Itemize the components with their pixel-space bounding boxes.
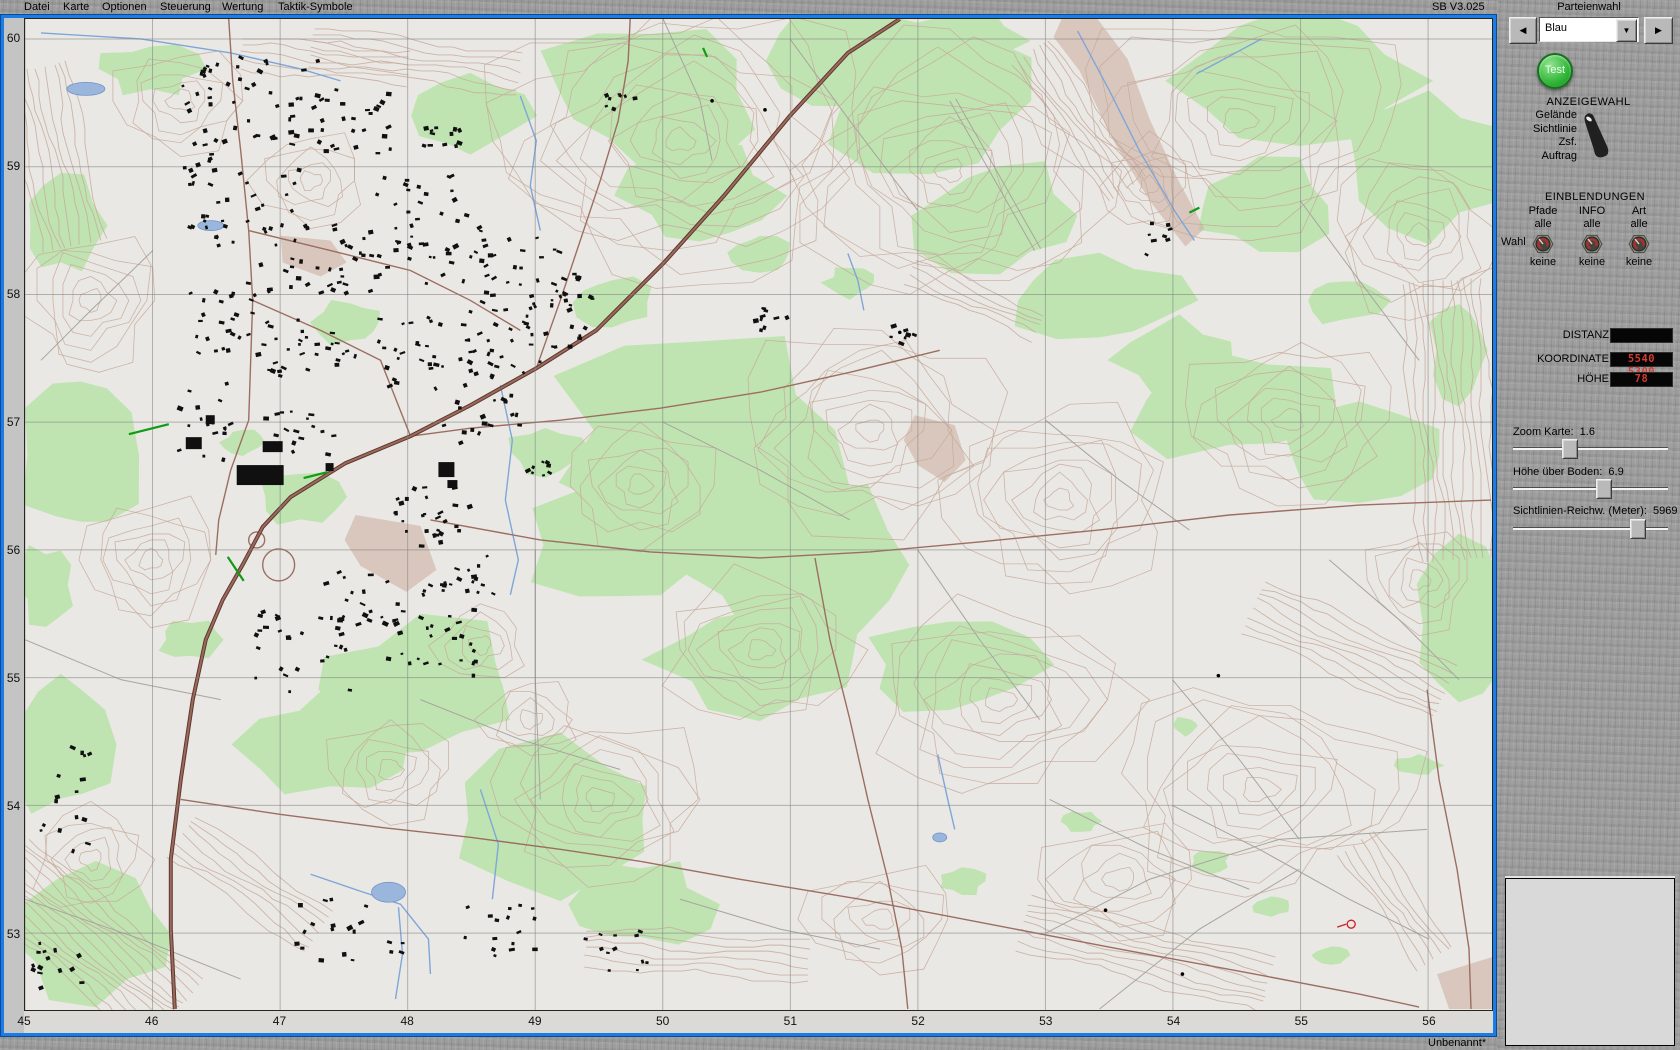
- distance-label: DISTANZ: [1563, 329, 1609, 341]
- height-readout-row: HÖHE 78: [1497, 372, 1680, 388]
- test-button[interactable]: Test: [1537, 53, 1573, 89]
- anzeigewahl-option-sichtlinie[interactable]: Sichtlinie: [1505, 123, 1577, 137]
- einblendung-column-pfade: Pfade alle keine: [1519, 205, 1567, 269]
- coordinate-readout-row: KOORDINATE 5540 5300: [1497, 352, 1680, 368]
- coordinate-label: KOORDINATE: [1537, 353, 1609, 365]
- party-select-label: Parteienwahl: [1537, 1, 1641, 13]
- einblendung-column-art: Art alle keine: [1615, 205, 1663, 269]
- map-frame: 6059585756555453 45464748495051525354555…: [0, 14, 1497, 1037]
- einblendung-info-alle: alle: [1568, 218, 1616, 231]
- einblendung-pfade-alle: alle: [1519, 218, 1567, 231]
- einblendung-pfade-keine: keine: [1519, 256, 1567, 269]
- anzeigewahl-title: ANZEIGEWAHL: [1497, 96, 1680, 108]
- height-value: 78: [1610, 372, 1673, 387]
- version-label: SB V3.025: [1432, 1, 1485, 13]
- einblendung-pfade-label: Pfade: [1519, 205, 1567, 218]
- anzeigewahl-option-zsf[interactable]: Zsf.: [1505, 136, 1577, 150]
- menu-taktik-symbole[interactable]: Taktik-Symbole: [278, 1, 353, 13]
- los-range-slider-label: Sichtlinien-Reichw. (Meter): 5969: [1513, 505, 1677, 517]
- los-range-slider[interactable]: [1513, 527, 1668, 530]
- anzeigewahl-option-auftrag[interactable]: Auftrag: [1505, 150, 1577, 164]
- info-knob-icon[interactable]: [1580, 232, 1604, 256]
- zoom-slider[interactable]: [1513, 447, 1668, 450]
- einblendung-info-label: INFO: [1568, 205, 1616, 218]
- party-dropdown[interactable]: Blau ▼: [1539, 17, 1639, 42]
- coordinate-value: 5540 5300: [1610, 352, 1673, 367]
- menu-wertung[interactable]: Wertung: [222, 1, 263, 13]
- party-dropdown-value: Blau: [1545, 22, 1567, 34]
- map-col-labels: 454647484950515253545556: [24, 1011, 1493, 1033]
- slider-thumb[interactable]: [1630, 519, 1646, 539]
- map-row-labels: 6059585756555453: [4, 18, 24, 1011]
- los-range-slider-value: 5969: [1653, 505, 1677, 517]
- anzeigewahl-lever-knob-icon[interactable]: [1577, 110, 1617, 163]
- einblendung-art-alle: alle: [1615, 218, 1663, 231]
- einblendung-info-keine: keine: [1568, 256, 1616, 269]
- slider-thumb[interactable]: [1562, 439, 1578, 459]
- menu-optionen[interactable]: Optionen: [102, 1, 147, 13]
- party-next-button[interactable]: ▶: [1644, 17, 1673, 44]
- anzeigewahl-options: Gelände Sichtlinie Zsf. Auftrag: [1505, 109, 1577, 163]
- menu-steuerung[interactable]: Steuerung: [160, 1, 211, 13]
- status-bar: Unbenannt*: [0, 1037, 1497, 1050]
- eye-height-slider[interactable]: [1513, 487, 1668, 490]
- eye-height-slider-value: 6.9: [1608, 466, 1623, 478]
- scenario-filename: Unbenannt*: [1428, 1037, 1486, 1049]
- menu-datei[interactable]: Datei: [24, 1, 50, 13]
- party-prev-button[interactable]: ◀: [1509, 17, 1537, 44]
- slider-thumb[interactable]: [1596, 479, 1612, 499]
- eye-height-slider-label: Höhe über Boden: 6.9: [1513, 466, 1624, 478]
- menu-bar: Datei Karte Optionen Steuerung Wertung T…: [0, 0, 1497, 14]
- distance-readout-row: DISTANZ: [1497, 328, 1680, 344]
- info-panel: [1505, 878, 1675, 1046]
- anzeigewahl-option-gelaende[interactable]: Gelände: [1505, 109, 1577, 123]
- menu-karte[interactable]: Karte: [63, 1, 89, 13]
- zoom-slider-label: Zoom Karte: 1.6: [1513, 426, 1595, 438]
- einblendungen-title: EINBLENDUNGEN: [1497, 191, 1680, 203]
- dropdown-arrow-icon[interactable]: ▼: [1616, 19, 1637, 42]
- height-label: HÖHE: [1577, 373, 1609, 385]
- einblendung-art-keine: keine: [1615, 256, 1663, 269]
- einblendung-column-info: INFO alle keine: [1568, 205, 1616, 269]
- zoom-slider-value: 1.6: [1580, 426, 1595, 438]
- pfade-knob-icon[interactable]: [1531, 232, 1555, 256]
- sidebar: Parteienwahl ◀ Blau ▼ ▶ Test ANZEIGEWAHL…: [1497, 0, 1680, 1050]
- art-knob-icon[interactable]: [1627, 232, 1651, 256]
- einblendung-art-label: Art: [1615, 205, 1663, 218]
- map-canvas[interactable]: [24, 18, 1493, 1011]
- distance-value: [1610, 328, 1673, 343]
